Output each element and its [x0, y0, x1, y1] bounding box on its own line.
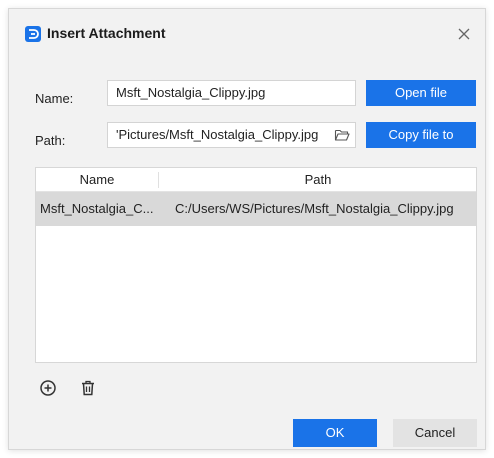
table-row[interactable]: Msft_Nostalgia_C... C:/Users/WS/Pictures…: [36, 192, 476, 226]
attachment-app-icon: [25, 26, 41, 42]
name-label: Name:: [35, 91, 74, 106]
name-field[interactable]: Msft_Nostalgia_Clippy.jpg: [107, 80, 356, 106]
path-label: Path:: [35, 133, 66, 148]
title-bar: Insert Attachment: [9, 9, 485, 59]
path-field-value: 'Pictures/Msft_Nostalgia_Clippy.jpg: [116, 127, 319, 142]
trash-icon[interactable]: [77, 377, 99, 399]
name-field-value: Msft_Nostalgia_Clippy.jpg: [116, 85, 266, 100]
row-path-cell: C:/Users/WS/Pictures/Msft_Nostalgia_Clip…: [175, 201, 454, 216]
add-circle-icon[interactable]: [37, 377, 59, 399]
ok-button[interactable]: OK: [293, 419, 377, 447]
open-file-button[interactable]: Open file: [366, 80, 476, 106]
insert-attachment-dialog: Insert Attachment Name: Msft_Nostalgia_C…: [8, 8, 486, 450]
table-header: Name Path: [36, 168, 476, 192]
column-header-name[interactable]: Name: [36, 168, 158, 192]
cancel-button[interactable]: Cancel: [393, 419, 477, 447]
close-icon[interactable]: [453, 23, 475, 45]
path-field[interactable]: 'Pictures/Msft_Nostalgia_Clippy.jpg: [107, 122, 356, 148]
dialog-title: Insert Attachment: [47, 25, 166, 41]
folder-open-icon[interactable]: [334, 127, 350, 143]
column-header-path[interactable]: Path: [159, 168, 477, 192]
row-name-cell: Msft_Nostalgia_C...: [40, 201, 154, 216]
copy-file-to-button[interactable]: Copy file to: [366, 122, 476, 148]
attachments-table: Name Path Msft_Nostalgia_C... C:/Users/W…: [35, 167, 477, 363]
